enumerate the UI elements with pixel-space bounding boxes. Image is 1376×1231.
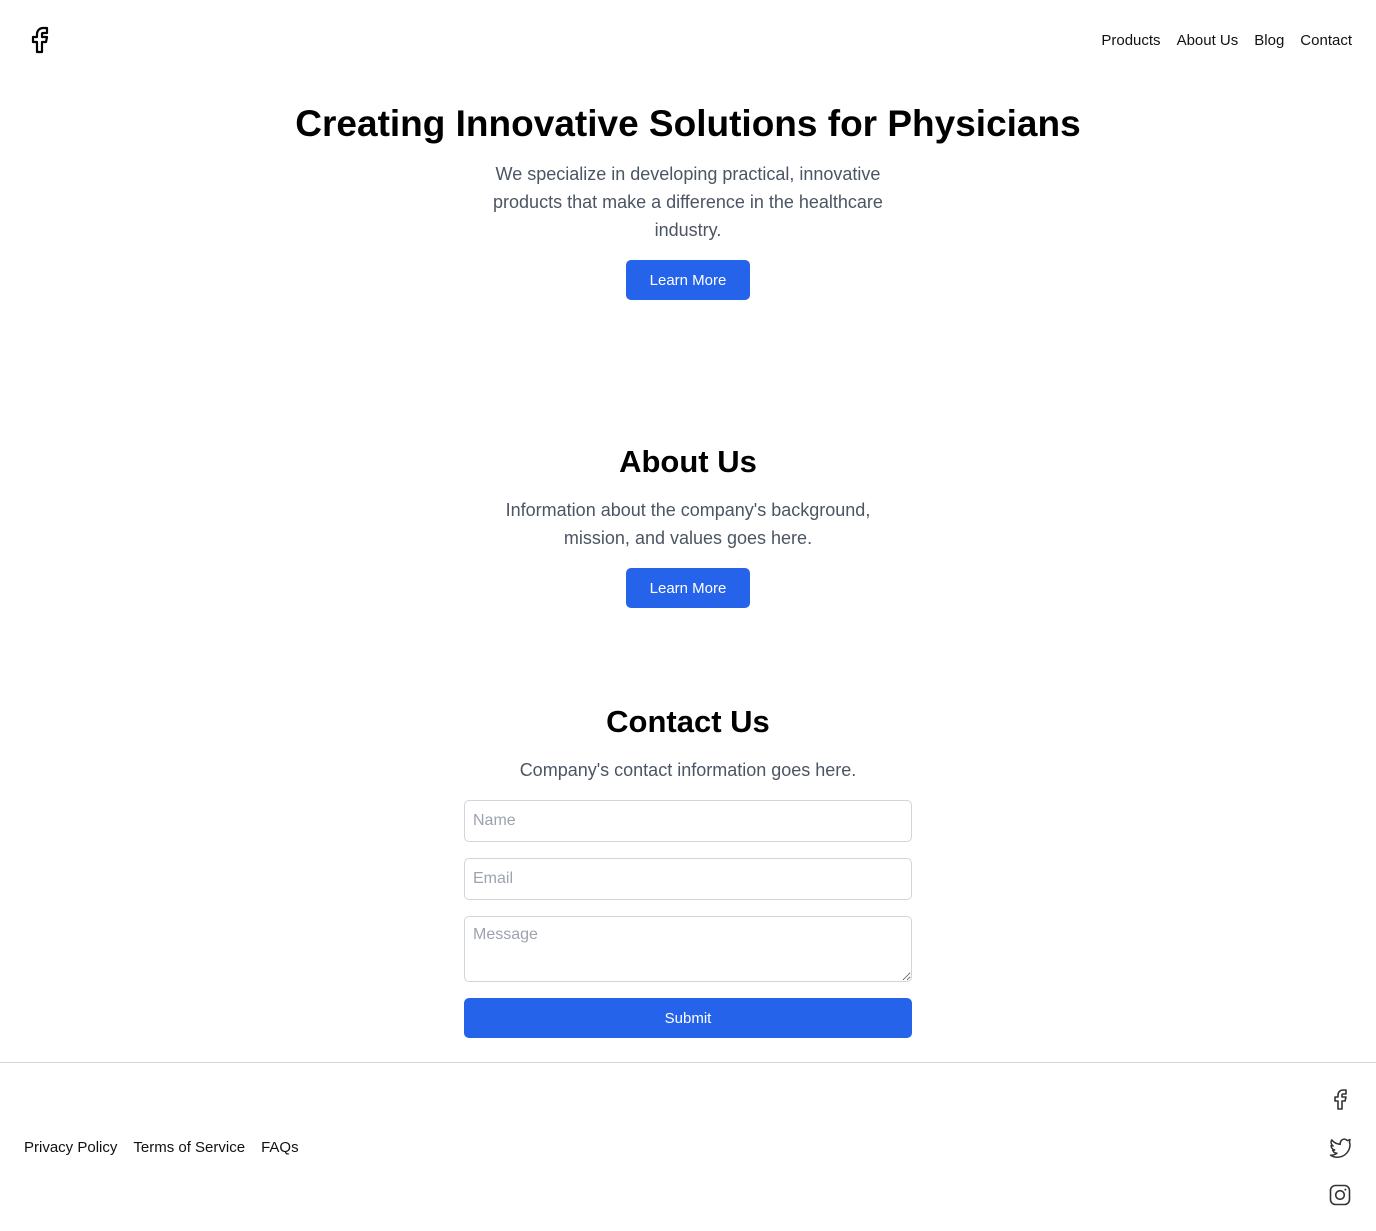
facebook-icon[interactable] — [28, 24, 52, 56]
contact-title: Contact Us — [606, 704, 770, 739]
email-field[interactable] — [464, 858, 912, 900]
site-header: Products About Us Blog Contact — [0, 0, 1376, 80]
about-title: About Us — [619, 444, 757, 479]
nav-item-products[interactable]: Products — [1101, 32, 1160, 50]
nav-item-contact[interactable]: Contact — [1300, 32, 1352, 50]
footer-link-terms-of-service[interactable]: Terms of Service — [133, 1139, 245, 1157]
hero-title: Creating Innovative Solutions for Physic… — [295, 103, 1081, 144]
twitter-icon[interactable] — [1328, 1135, 1352, 1159]
instagram-icon[interactable] — [1328, 1183, 1352, 1207]
message-field[interactable] — [464, 916, 912, 982]
nav-item-about-us[interactable]: About Us — [1177, 32, 1239, 50]
about-learn-more-button[interactable]: Learn More — [626, 568, 750, 608]
contact-description: Company's contact information goes here. — [519, 760, 857, 780]
hero-description: We specialize in developing practical, i… — [493, 164, 883, 240]
footer-link-privacy-policy[interactable]: Privacy Policy — [24, 1139, 117, 1157]
footer-links: Privacy Policy Terms of Service FAQs — [24, 1139, 299, 1157]
submit-button[interactable]: Submit — [464, 998, 912, 1038]
facebook-icon[interactable] — [1328, 1087, 1352, 1111]
main-nav: Products About Us Blog Contact — [1101, 32, 1352, 50]
nav-item-blog[interactable]: Blog — [1254, 32, 1284, 50]
site-footer: Privacy Policy Terms of Service FAQs — [0, 1062, 1376, 1231]
hero-learn-more-button[interactable]: Learn More — [626, 260, 750, 300]
about-description: Information about the company's backgrou… — [505, 500, 871, 548]
name-field[interactable] — [464, 800, 912, 842]
footer-link-faqs[interactable]: FAQs — [261, 1139, 299, 1157]
